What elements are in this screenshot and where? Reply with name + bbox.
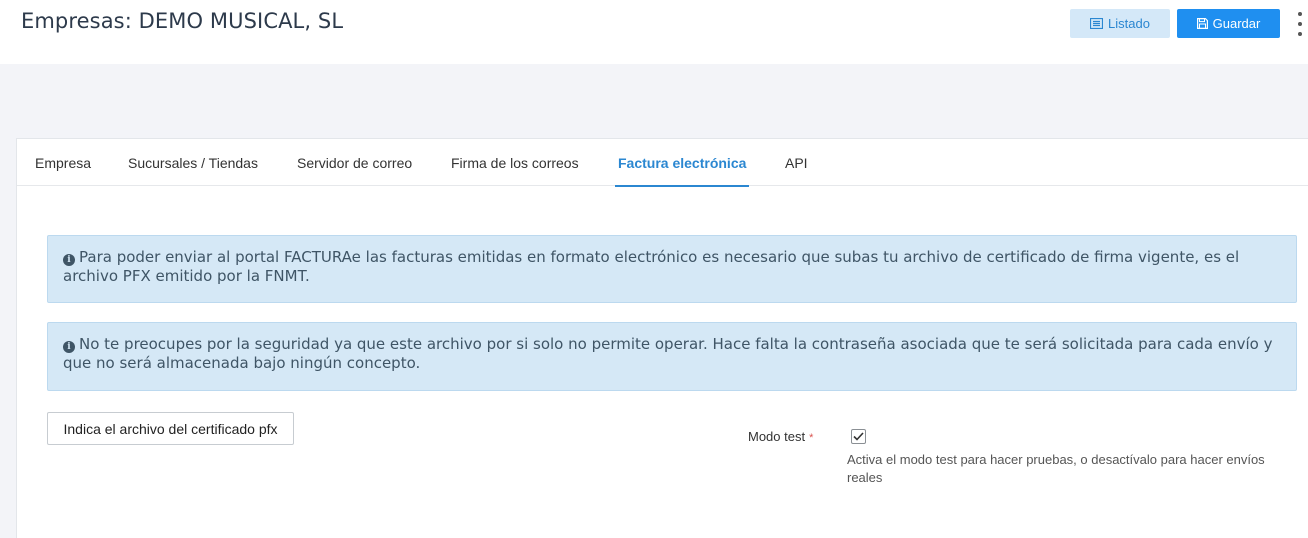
tab-api[interactable]: API bbox=[785, 139, 808, 186]
guardar-label: Guardar bbox=[1212, 16, 1261, 31]
tab-firma-correos[interactable]: Firma de los correos bbox=[451, 139, 579, 186]
info-icon: i bbox=[63, 341, 75, 353]
alert-text: Para poder enviar al portal FACTURAe las… bbox=[63, 248, 1240, 285]
modo-test-label: Modo test * bbox=[748, 429, 813, 444]
info-icon: i bbox=[63, 254, 75, 266]
listado-button[interactable]: Listado bbox=[1070, 9, 1170, 38]
page-title: Empresas: DEMO MUSICAL, SL bbox=[21, 9, 344, 33]
upload-certificate-button[interactable]: Indica el archivo del certificado pfx bbox=[47, 412, 294, 445]
info-alert-security: i No te preocupes por la seguridad ya que… bbox=[47, 322, 1297, 391]
tab-bar: Empresa Sucursales / Tiendas Servidor de… bbox=[17, 139, 1308, 187]
check-icon bbox=[853, 432, 864, 441]
tab-empresa[interactable]: Empresa bbox=[35, 139, 91, 186]
top-bar: Empresas: DEMO MUSICAL, SL Listado Guard… bbox=[0, 0, 1308, 64]
tab-factura-electronica[interactable]: Factura electrónica bbox=[614, 139, 750, 187]
modo-test-help: Activa el modo test para hacer pruebas, … bbox=[847, 452, 1265, 485]
list-icon bbox=[1090, 18, 1104, 29]
save-icon bbox=[1196, 18, 1208, 29]
guardar-button[interactable]: Guardar bbox=[1177, 9, 1280, 38]
tab-sucursales[interactable]: Sucursales / Tiendas bbox=[128, 139, 258, 186]
modo-test-label-text: Modo test bbox=[748, 429, 806, 444]
settings-card: Empresa Sucursales / Tiendas Servidor de… bbox=[16, 138, 1308, 538]
modo-test-checkbox[interactable] bbox=[851, 429, 866, 444]
alert-text: No te preocupes por la seguridad ya que … bbox=[63, 335, 1273, 372]
tab-servidor-correo[interactable]: Servidor de correo bbox=[297, 139, 412, 186]
info-alert-certificate: i Para poder enviar al portal FACTURAe la… bbox=[47, 235, 1297, 303]
required-mark: * bbox=[809, 432, 814, 444]
more-options-icon[interactable] bbox=[1296, 12, 1304, 36]
listado-label: Listado bbox=[1108, 16, 1150, 31]
